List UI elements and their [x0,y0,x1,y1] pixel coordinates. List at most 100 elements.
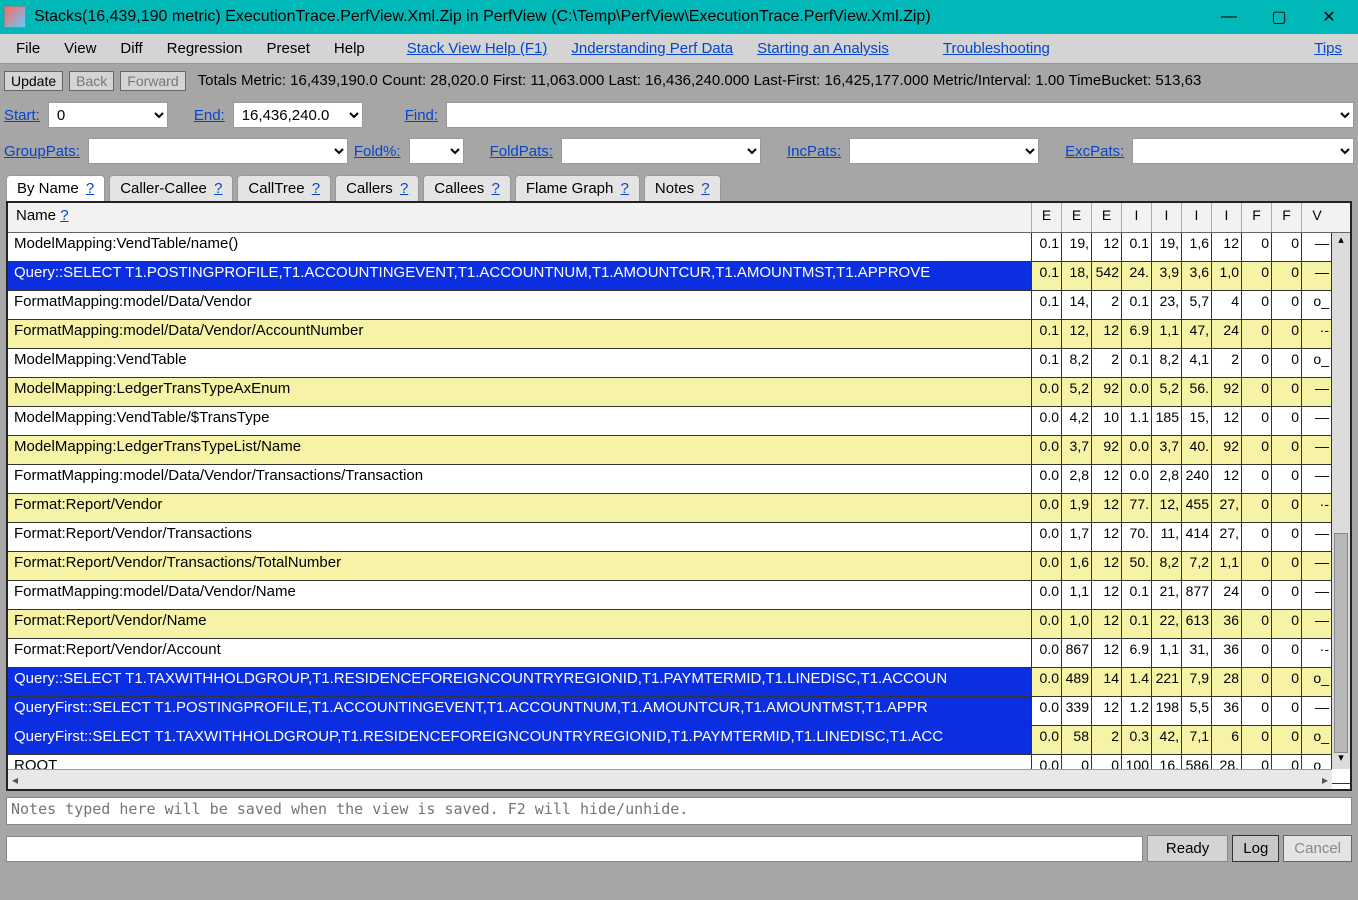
col-f2[interactable]: F [1272,203,1302,232]
col-e1[interactable]: E [1032,203,1062,232]
col-e2[interactable]: E [1062,203,1092,232]
command-input[interactable] [6,836,1143,862]
cell-value: 3,7 [1062,436,1092,464]
incpats-input[interactable] [849,138,1039,164]
menu-file[interactable]: File [6,38,50,59]
cancel-button[interactable]: Cancel [1283,835,1352,862]
grouppats-input[interactable] [88,138,348,164]
tab-by-name[interactable]: By Name ? [6,175,105,201]
cell-value: 0 [1242,639,1272,667]
table-row[interactable]: QueryFirst::SELECT T1.POSTINGPROFILE,T1.… [8,697,1350,726]
foldpats-input[interactable] [561,138,761,164]
link-troubleshooting[interactable]: Troubleshooting [933,38,1060,59]
excpats-label[interactable]: ExcPats: [1065,143,1126,160]
scroll-thumb[interactable] [1334,533,1348,753]
col-i1[interactable]: I [1122,203,1152,232]
cell-value: 5,5 [1182,697,1212,725]
notes-input[interactable] [6,797,1352,825]
table-row[interactable]: FormatMapping:model/Data/Vendor/Name0.01… [8,581,1350,610]
maximize-button[interactable]: ▢ [1254,7,1304,27]
scroll-up-icon[interactable]: ▴ [1332,233,1350,251]
scroll-right-icon[interactable]: ▸ [1322,773,1328,787]
table-row[interactable]: QueryFirst::SELECT T1.TAXWITHHOLDGROUP,T… [8,726,1350,755]
cell-name: Format:Report/Vendor [8,494,1032,522]
table-row[interactable]: FormatMapping:model/Data/Vendor/AccountN… [8,320,1350,349]
cell-value: — [1302,552,1332,580]
table-row[interactable]: ModelMapping:LedgerTransTypeAxEnum0.05,2… [8,378,1350,407]
link-starting-analysis[interactable]: Starting an Analysis [747,38,899,59]
cell-value: 1,9 [1062,494,1092,522]
scroll-down-icon[interactable]: ▾ [1332,751,1350,769]
title-bar: Stacks(16,439,190 metric) ExecutionTrace… [0,0,1358,34]
cell-value: 0.1 [1032,320,1062,348]
cell-value: 0 [1272,320,1302,348]
link-stack-view-help[interactable]: Stack View Help (F1) [397,38,558,59]
menu-diff[interactable]: Diff [110,38,152,59]
table-row[interactable]: FormatMapping:model/Data/Vendor/Transact… [8,465,1350,494]
cell-name: FormatMapping:model/Data/Vendor/Name [8,581,1032,609]
foldpct-label[interactable]: Fold%: [354,143,403,160]
cell-value: 3,7 [1152,436,1182,464]
menu-help[interactable]: Help [324,38,375,59]
incpats-label[interactable]: IncPats: [787,143,843,160]
tab-flame-graph[interactable]: Flame Graph ? [515,175,640,201]
foldpct-input[interactable] [409,138,464,164]
col-v[interactable]: V [1302,203,1332,232]
tab-caller-callee[interactable]: Caller-Callee ? [109,175,233,201]
cell-value: 0 [1272,697,1302,725]
cell-value: — [1302,436,1332,464]
tab-callers[interactable]: Callers ? [335,175,419,201]
log-button[interactable]: Log [1232,835,1279,862]
cell-value: 36 [1212,639,1242,667]
menu-view[interactable]: View [54,38,106,59]
tab-callees[interactable]: Callees ? [423,175,511,201]
end-label[interactable]: End: [194,107,227,124]
link-tips[interactable]: Tips [1304,38,1352,59]
link-understanding-perf-data[interactable]: Jnderstanding Perf Data [561,38,743,59]
table-row[interactable]: Format:Report/Vendor0.01,91277.12,45527,… [8,494,1350,523]
grouppats-label[interactable]: GroupPats: [4,143,82,160]
col-e3[interactable]: E [1092,203,1122,232]
start-input[interactable]: 0 [48,102,168,128]
foldpats-label[interactable]: FoldPats: [490,143,555,160]
update-button[interactable]: Update [4,71,63,91]
table-row[interactable]: Format:Report/Vendor/Transactions/TotalN… [8,552,1350,581]
menu-regression[interactable]: Regression [157,38,253,59]
col-i2[interactable]: I [1152,203,1182,232]
horizontal-scrollbar[interactable]: ◂ ▸ [8,769,1332,789]
menu-preset[interactable]: Preset [257,38,320,59]
table-row[interactable]: ModelMapping:VendTable/$TransType0.04,21… [8,407,1350,436]
table-row[interactable]: ModelMapping:VendTable/name()0.119,120.1… [8,233,1350,262]
table-row[interactable]: Format:Report/Vendor/Account0.0867126.91… [8,639,1350,668]
col-i3[interactable]: I [1182,203,1212,232]
back-button[interactable]: Back [69,71,114,91]
tab-calltree[interactable]: CallTree ? [237,175,331,201]
minimize-button[interactable]: — [1204,8,1254,26]
start-label[interactable]: Start: [4,107,42,124]
find-input[interactable] [446,102,1354,128]
cell-value: 0 [1242,552,1272,580]
table-row[interactable]: Query::SELECT T1.POSTINGPROFILE,T1.ACCOU… [8,262,1350,291]
col-i4[interactable]: I [1212,203,1242,232]
cell-value: o_ [1302,668,1332,696]
close-button[interactable]: ✕ [1304,7,1354,27]
cell-value: 2 [1092,291,1122,319]
excpats-input[interactable] [1132,138,1354,164]
vertical-scrollbar[interactable]: ▴ ▾ [1332,233,1350,769]
table-row[interactable]: ModelMapping:VendTable0.18,220.18,24,120… [8,349,1350,378]
table-row[interactable]: Format:Report/Vendor/Name0.01,0120.122,6… [8,610,1350,639]
cell-value: 0 [1242,349,1272,377]
cell-name: FormatMapping:model/Data/Vendor/Transact… [8,465,1032,493]
table-row[interactable]: Query::SELECT T1.TAXWITHHOLDGROUP,T1.RES… [8,668,1350,697]
col-name[interactable]: Name ? [8,203,1032,232]
cell-value: 0.0 [1032,436,1062,464]
end-input[interactable]: 16,436,240.0 [233,102,363,128]
col-f1[interactable]: F [1242,203,1272,232]
tab-notes[interactable]: Notes ? [644,175,721,201]
find-label[interactable]: Find: [405,107,440,124]
scroll-left-icon[interactable]: ◂ [12,773,18,787]
forward-button[interactable]: Forward [120,71,185,91]
table-row[interactable]: FormatMapping:model/Data/Vendor0.114,20.… [8,291,1350,320]
table-row[interactable]: ModelMapping:LedgerTransTypeList/Name0.0… [8,436,1350,465]
table-row[interactable]: Format:Report/Vendor/Transactions0.01,71… [8,523,1350,552]
